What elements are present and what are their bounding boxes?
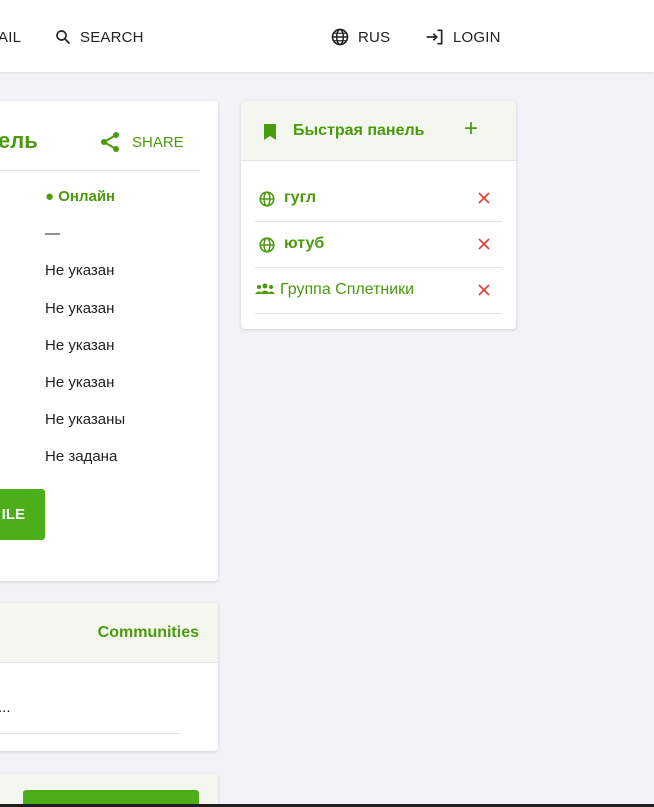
profile-title: ель bbox=[0, 128, 38, 153]
language-label: RUS bbox=[358, 28, 391, 46]
share-button[interactable]: SHARE bbox=[98, 130, 184, 154]
globe-icon bbox=[331, 28, 349, 46]
globe-icon bbox=[259, 237, 275, 253]
search-icon bbox=[56, 30, 70, 44]
group-icon bbox=[255, 283, 275, 294]
nav-mail-label: AIL bbox=[0, 28, 22, 46]
info-value: Не указан bbox=[45, 300, 115, 317]
edit-profile-button[interactable]: ILE bbox=[0, 489, 45, 540]
nav-mail[interactable]: AIL bbox=[0, 27, 21, 47]
communities-header: Communities bbox=[0, 603, 218, 663]
language-switch[interactable]: RUS bbox=[330, 27, 390, 47]
info-value: Не указан bbox=[45, 337, 115, 354]
remove-icon[interactable] bbox=[476, 236, 492, 252]
status-online: ● Онлайн bbox=[45, 188, 116, 205]
add-quick-link-button[interactable]: + bbox=[464, 117, 478, 141]
quick-link-item[interactable]: гугл bbox=[255, 176, 502, 222]
edit-profile-label: ILE bbox=[1, 506, 25, 523]
communities-tab[interactable]: Communities bbox=[98, 624, 199, 642]
quick-link-label: гугл bbox=[284, 189, 316, 206]
info-value: Не указан bbox=[45, 262, 115, 279]
top-navbar: AIL SEARCH RUS LOGIN bbox=[0, 0, 654, 72]
nav-search[interactable]: SEARCH bbox=[54, 27, 144, 47]
quick-panel-title: Быстрая панель bbox=[293, 122, 425, 139]
share-icon bbox=[101, 132, 119, 152]
login-label: LOGIN bbox=[453, 28, 501, 46]
share-label: SHARE bbox=[132, 133, 184, 151]
quick-panel-header: Быстрая панель + bbox=[241, 101, 516, 161]
info-value: — bbox=[45, 225, 60, 242]
login-button[interactable]: LOGIN bbox=[425, 27, 501, 47]
info-value: Не указан bbox=[45, 374, 115, 391]
nav-search-label: SEARCH bbox=[80, 28, 144, 46]
remove-icon[interactable] bbox=[476, 282, 492, 298]
remove-icon[interactable] bbox=[476, 190, 492, 206]
quick-panel-card: Быстрая панель + гугл ютуб Группа Сплетн… bbox=[241, 101, 516, 329]
info-value: Не задана bbox=[45, 448, 118, 465]
quick-link-item[interactable]: Группа Сплетники bbox=[255, 268, 502, 314]
quick-link-label: ютуб bbox=[284, 235, 325, 252]
login-icon bbox=[426, 29, 443, 45]
divider bbox=[0, 170, 200, 171]
quick-link-item[interactable]: ютуб bbox=[255, 222, 502, 268]
globe-icon bbox=[259, 191, 275, 207]
communities-card: Communities ... bbox=[0, 603, 218, 751]
quick-link-label: Группа Сплетники bbox=[280, 281, 415, 298]
divider bbox=[0, 733, 180, 734]
bookmark-icon bbox=[264, 124, 276, 140]
info-value: Не указаны bbox=[45, 411, 126, 428]
communities-more: ... bbox=[0, 699, 11, 716]
